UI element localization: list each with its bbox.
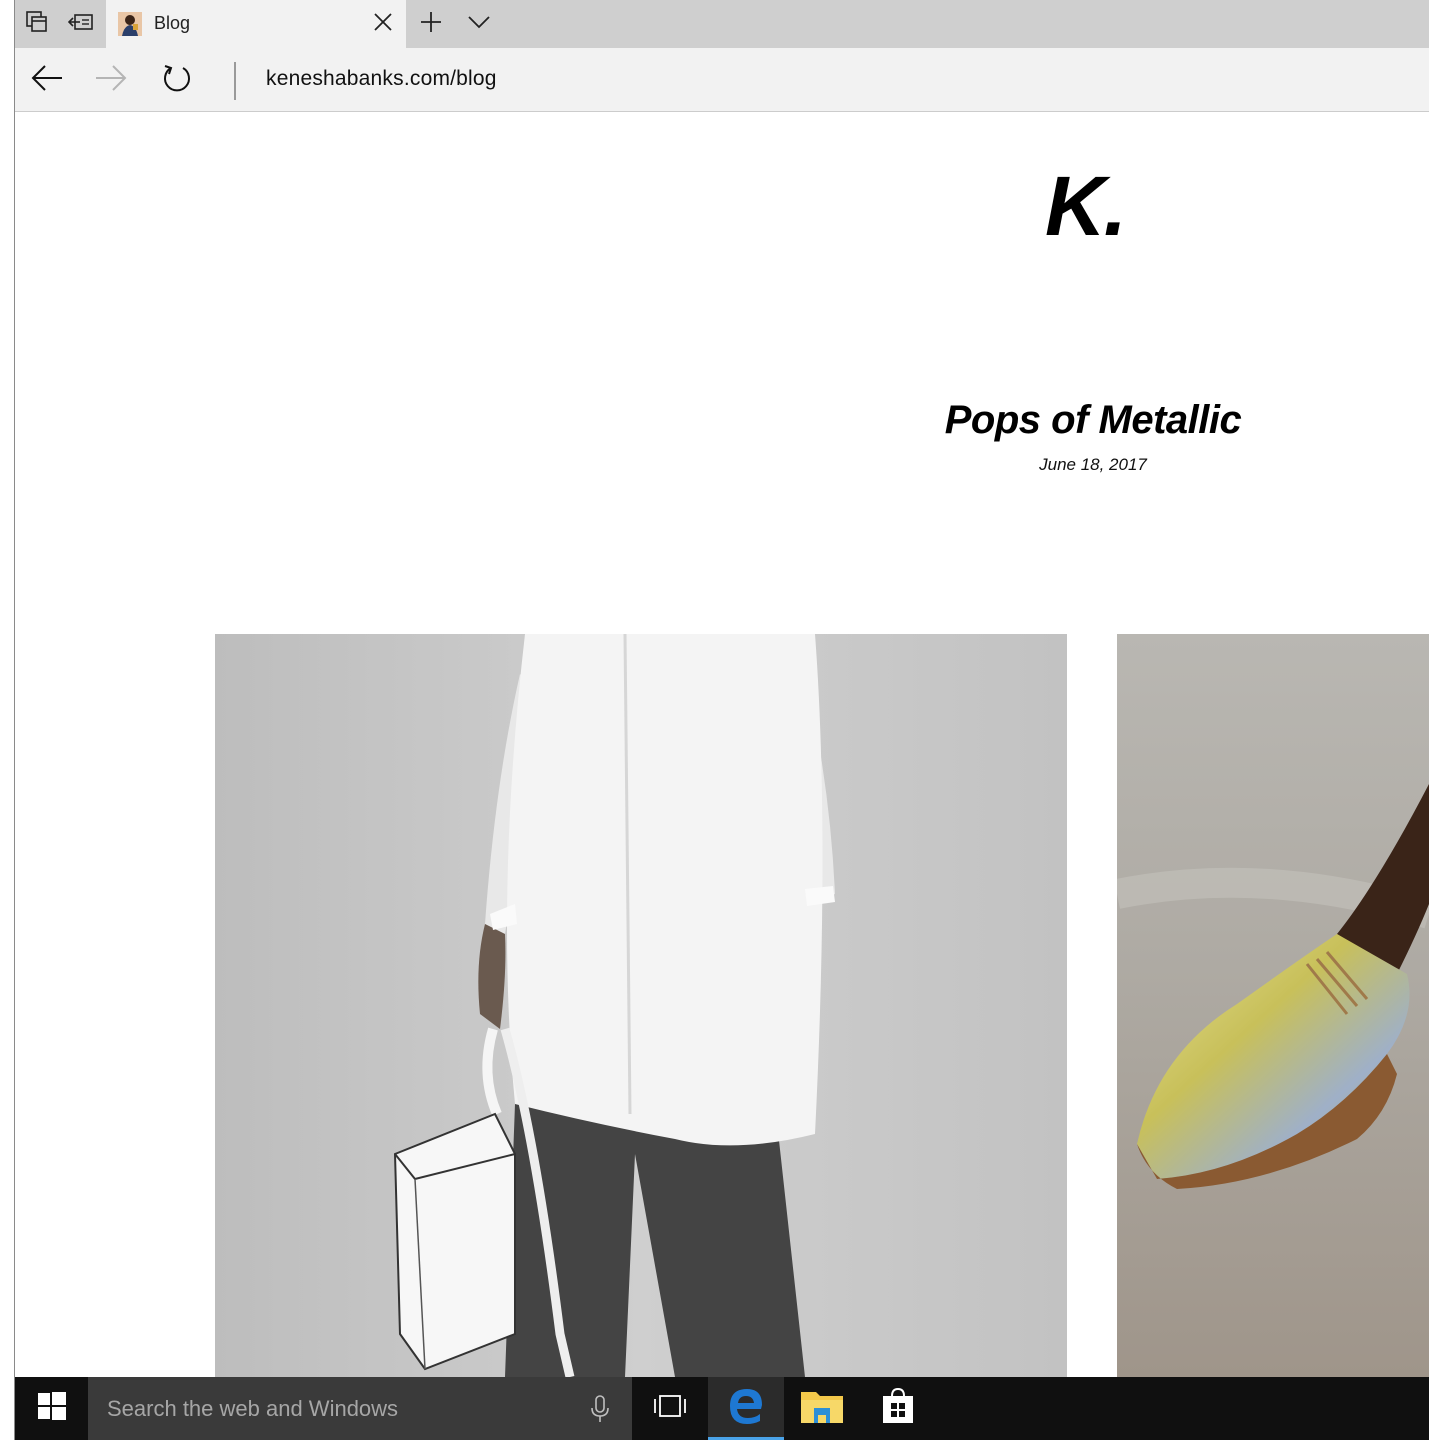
tab-preview-icon	[26, 10, 48, 38]
set-aside-tabs-icon	[67, 12, 94, 37]
gold-metallic-shoe-photo[interactable]	[1117, 634, 1429, 1377]
tab-close-button[interactable]	[360, 0, 406, 48]
tab-blog[interactable]: Blog	[106, 0, 406, 48]
refresh-icon	[162, 63, 192, 98]
plus-icon	[420, 11, 442, 38]
forward-arrow-icon	[95, 64, 127, 96]
address-divider	[234, 62, 236, 100]
back-arrow-icon	[31, 64, 63, 96]
edge-taskbar-button[interactable]	[708, 1377, 784, 1440]
site-favicon	[118, 12, 142, 36]
tab-list-button[interactable]	[457, 0, 501, 48]
tab-preview-button[interactable]	[15, 0, 59, 48]
navigation-bar: keneshabanks.com/blog	[15, 48, 1429, 112]
search-placeholder: Search the web and Windows	[107, 1396, 399, 1421]
windows-taskbar: Search the web and Windows	[15, 1377, 1429, 1440]
close-icon	[374, 12, 392, 36]
chevron-down-icon	[468, 15, 490, 34]
file-explorer-button[interactable]	[784, 1377, 860, 1440]
folder-icon	[800, 1388, 844, 1429]
tab-bar: Blog	[15, 0, 1429, 48]
store-button[interactable]	[860, 1377, 936, 1440]
start-button[interactable]	[15, 1377, 88, 1440]
windows-logo-icon	[37, 1392, 66, 1425]
edge-icon	[727, 1387, 765, 1430]
web-page: K. Pops of Metallic June 18, 2017	[15, 112, 1429, 1377]
tab-title: Blog	[154, 13, 191, 33]
microphone-icon[interactable]	[590, 1395, 610, 1423]
taskbar-search-box[interactable]: Search the web and Windows	[88, 1377, 632, 1440]
browser-window: Blog keneshabanks.com/blog K. Pops of Me…	[15, 0, 1429, 1377]
post-title[interactable]: Pops of Metallic	[915, 398, 1271, 443]
site-logo[interactable]: K.	[1045, 164, 1127, 248]
new-tab-button[interactable]	[409, 0, 453, 48]
task-view-icon	[653, 1394, 687, 1423]
refresh-button[interactable]	[145, 48, 209, 112]
forward-button[interactable]	[79, 48, 143, 112]
address-field[interactable]: keneshabanks.com/blog	[266, 67, 497, 91]
back-button[interactable]	[15, 48, 79, 112]
store-bag-icon	[881, 1387, 915, 1429]
set-aside-tabs-button[interactable]	[59, 0, 103, 48]
desktop-edge	[0, 0, 15, 1440]
post-date: June 18, 2017	[1039, 455, 1147, 474]
white-shirt-handbag-photo[interactable]	[215, 634, 1067, 1377]
task-view-button[interactable]	[632, 1377, 708, 1440]
